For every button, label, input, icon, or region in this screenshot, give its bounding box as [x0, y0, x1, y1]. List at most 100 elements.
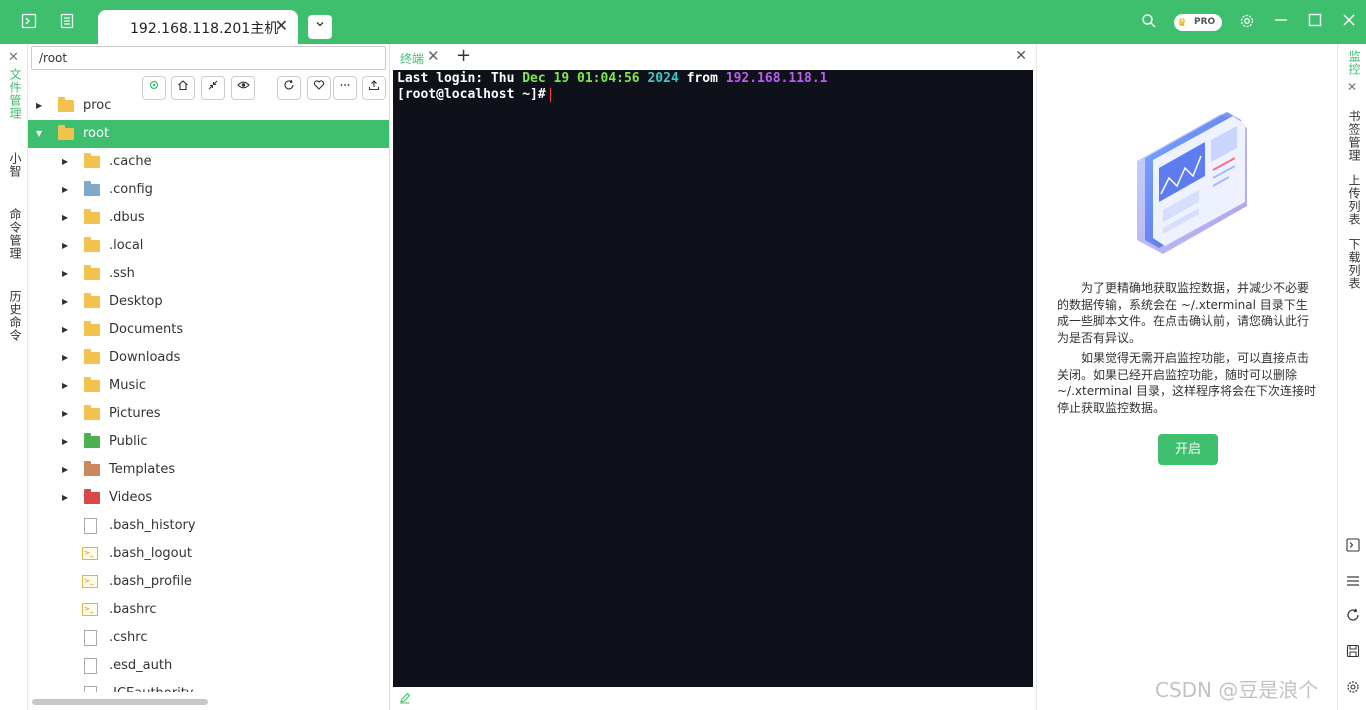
tree-row[interactable]: ▶ .local [28, 232, 389, 260]
terminal-icon[interactable] [1345, 538, 1361, 556]
tree-row[interactable]: ▶ Videos [28, 484, 389, 512]
add-terminal-icon[interactable]: + [456, 45, 471, 66]
tree-row-label: .cshrc [109, 630, 148, 645]
tree-row[interactable]: ▶ Downloads [28, 344, 389, 372]
tree-row-label: Documents [109, 322, 184, 337]
folder-icon [58, 125, 74, 140]
terminal-prompt: [root@localhost ~]# [397, 87, 546, 102]
caret-right-icon[interactable]: ▶ [62, 428, 68, 456]
tree-row-label: .bash_logout [109, 546, 192, 561]
tree-row-label: Videos [109, 490, 153, 505]
left-strip-close-icon[interactable]: ✕ [8, 50, 19, 65]
tab-dropdown-button[interactable] [308, 15, 332, 39]
caret-right-icon[interactable]: ▶ [62, 484, 68, 512]
tree-row[interactable]: .bash_history [28, 512, 389, 540]
pro-badge[interactable]: ♛ PRO [1174, 14, 1222, 31]
pen-icon[interactable] [399, 692, 411, 707]
tree-row[interactable]: ▶ proc [28, 92, 389, 120]
nav-upload-list[interactable]: 上传列表 [1346, 174, 1363, 226]
caret-right-icon[interactable]: ▶ [62, 148, 68, 176]
caret-right-icon[interactable]: ▶ [62, 232, 68, 260]
pro-label: PRO [1194, 17, 1216, 27]
term-text: Last login: Thu [397, 71, 523, 86]
monitor-panel: 为了更精确地获取监控数据，并减少不必要的数据传输，系统会在 ~/.xtermin… [1036, 44, 1337, 710]
path-input[interactable] [31, 46, 386, 70]
nav-xiaozhi[interactable]: 小智 [7, 152, 24, 178]
shell-script-icon: >_ [82, 575, 98, 588]
minimize-icon[interactable] [1272, 13, 1290, 31]
right-strip-close-icon[interactable]: ✕ [1347, 80, 1357, 94]
list-icon[interactable] [58, 13, 76, 31]
term-text-date: Dec 19 01:04:56 [522, 71, 640, 86]
caret-right-icon[interactable]: ▶ [62, 176, 68, 204]
caret-right-icon[interactable]: ▶ [62, 260, 68, 288]
title-bar: 192.168.118.201主机 ✕ ♛ PRO [0, 0, 1366, 44]
tree-row[interactable]: ▶ Pictures [28, 400, 389, 428]
caret-right-icon[interactable]: ▶ [62, 344, 68, 372]
nav-command-manager[interactable]: 命令管理 [7, 208, 24, 260]
tree-row-label: proc [83, 98, 112, 113]
caret-right-icon[interactable]: ▶ [62, 400, 68, 428]
refresh-icon[interactable] [1345, 608, 1361, 626]
caret-right-icon[interactable]: ▶ [62, 372, 68, 400]
folder-public-icon [84, 433, 100, 448]
tree-row[interactable]: ▶ Desktop [28, 288, 389, 316]
file-icon [84, 630, 97, 646]
tree-row[interactable]: .ICEauthority [28, 680, 389, 692]
folder-icon [84, 209, 100, 224]
close-icon[interactable] [1340, 13, 1358, 31]
terminal-tab-close-icon[interactable]: ✕ [427, 47, 440, 65]
settings-icon[interactable] [1345, 680, 1361, 698]
tree-row[interactable]: ▶ .ssh [28, 260, 389, 288]
nav-bookmarks[interactable]: 书签管理 [1346, 110, 1363, 162]
caret-right-icon[interactable]: ▶ [62, 288, 68, 316]
tab-host[interactable]: 192.168.118.201主机 ✕ [98, 10, 298, 44]
tree-row[interactable]: .esd_auth [28, 652, 389, 680]
nav-monitor[interactable]: 监控 [1346, 50, 1363, 76]
caret-down-icon[interactable]: ▼ [36, 120, 42, 148]
maximize-icon[interactable] [1306, 13, 1324, 31]
tree-row[interactable]: ▶ Documents [28, 316, 389, 344]
tree-row-label: root [83, 126, 110, 141]
tree-row[interactable]: ▶ Music [28, 372, 389, 400]
tree-row-selected[interactable]: ▼ root [28, 120, 389, 148]
monitor-description-2: 如果觉得无需开启监控功能，可以直接点击关闭。如果已经开启监控功能，随时可以删除 … [1057, 351, 1316, 415]
caret-right-icon[interactable]: ▶ [62, 456, 68, 484]
tree-row[interactable]: .cshrc [28, 624, 389, 652]
terminal-icon[interactable] [20, 13, 38, 31]
tree-row[interactable]: ▶ .dbus [28, 204, 389, 232]
gear-icon[interactable] [1238, 13, 1256, 31]
caret-right-icon[interactable]: ▶ [36, 92, 42, 120]
folder-templates-icon [84, 461, 100, 476]
save-icon[interactable] [1345, 644, 1361, 662]
tree-row[interactable]: ▶ .cache [28, 148, 389, 176]
tree-row-label: Downloads [109, 350, 181, 365]
tree-row[interactable]: ▶ Public [28, 428, 389, 456]
folder-icon [84, 321, 100, 336]
tree-row[interactable]: >_ .bashrc [28, 596, 389, 624]
tree-row[interactable]: >_ .bash_logout [28, 540, 389, 568]
caret-right-icon[interactable]: ▶ [62, 204, 68, 232]
search-icon[interactable] [1140, 13, 1158, 31]
list-icon[interactable] [1345, 574, 1361, 592]
nav-download-list[interactable]: 下载列表 [1346, 238, 1363, 290]
tab-close-icon[interactable]: ✕ [275, 16, 288, 35]
tree-row[interactable]: ▶ Templates [28, 456, 389, 484]
terminal-panel-close-icon[interactable]: ✕ [1015, 48, 1027, 64]
terminal-prompt-line: [root@localhost ~]# [397, 87, 1029, 103]
watermark: CSDN @豆是浪个 [1155, 678, 1319, 702]
tree-row-label: Pictures [109, 406, 161, 421]
tree-row-label: .cache [109, 154, 152, 169]
tree-row-label: .local [109, 238, 144, 253]
enable-monitor-button[interactable]: 开启 [1158, 434, 1218, 465]
nav-history-commands[interactable]: 历史命令 [7, 290, 24, 342]
tree-row-label: Music [109, 378, 146, 393]
folder-videos-icon [84, 489, 100, 504]
tree-row[interactable]: >_ .bash_profile [28, 568, 389, 596]
terminal-screen[interactable]: Last login: Thu Dec 19 01:04:56 2024 fro… [393, 70, 1033, 687]
tab-terminal[interactable]: 终端 [400, 50, 424, 67]
horizontal-scrollbar[interactable] [32, 699, 208, 705]
caret-right-icon[interactable]: ▶ [62, 316, 68, 344]
nav-file-manager[interactable]: 文件管理 [7, 68, 24, 120]
tree-row[interactable]: ▶ .config [28, 176, 389, 204]
